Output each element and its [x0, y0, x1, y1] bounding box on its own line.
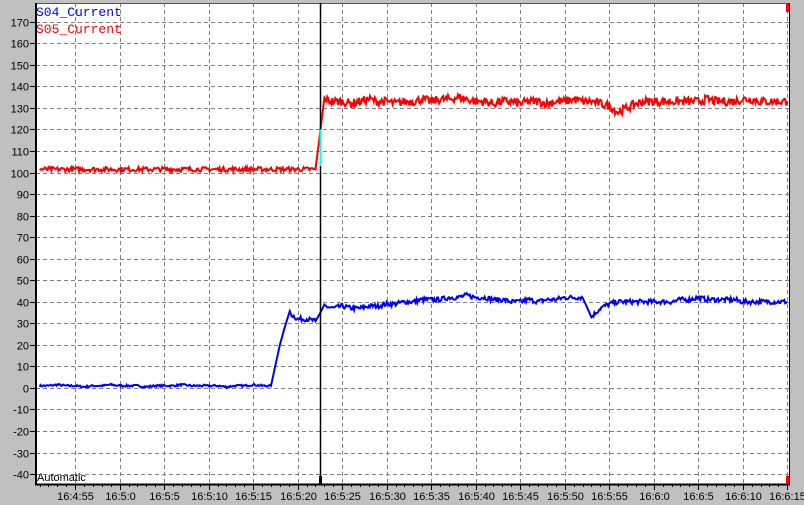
- y-tick-label: 0: [23, 384, 29, 396]
- y-tick-label: 70: [17, 233, 29, 245]
- y-tick-label: 10: [17, 362, 29, 374]
- legend-s05: S05_Current: [36, 22, 122, 37]
- x-tick-label: 16:5:40: [458, 491, 495, 503]
- plot-area: [36, 3, 789, 484]
- x-tick-label: 16:5:35: [413, 491, 450, 503]
- x-tick-label: 16:5:20: [280, 491, 317, 503]
- y-tick-label: 30: [17, 319, 29, 331]
- x-tick-label: 16:6:10: [725, 491, 762, 503]
- y-tick-label: 90: [17, 190, 29, 202]
- x-tick-label: 16:5:10: [191, 491, 228, 503]
- y-tick-label: 160: [11, 39, 29, 51]
- right-edge-marker-top: [786, 4, 789, 12]
- cursor-handle[interactable]: [319, 476, 322, 484]
- right-edge-marker-bottom: [786, 476, 789, 484]
- x-tick-label: 16:5:30: [369, 491, 406, 503]
- y-tick-label: 140: [11, 82, 29, 94]
- y-tick-label: 170: [11, 18, 29, 30]
- trend-chart: 1701601501401301201101009080706050403020…: [11, 3, 804, 503]
- y-tick-label: 120: [11, 125, 29, 137]
- y-tick-label: 60: [17, 255, 29, 267]
- x-tick-label: 16:5:15: [235, 491, 272, 503]
- y-tick-label: 20: [17, 341, 29, 353]
- x-tick-label: 16:6:0: [639, 491, 670, 503]
- x-tick-label: 16:4:55: [57, 491, 94, 503]
- y-tick-label: -10: [13, 405, 29, 417]
- y-tick-label: -40: [13, 470, 29, 482]
- x-tick-label: 16:6:15: [769, 491, 804, 503]
- x-tick-label: 16:5:50: [547, 491, 584, 503]
- y-tick-label: 150: [11, 61, 29, 73]
- mode-label: Automatic: [37, 472, 86, 484]
- x-tick-label: 16:5:5: [149, 491, 180, 503]
- y-tick-label: 50: [17, 276, 29, 288]
- x-axis: 16:4:55 16:5:0 16:5:5 16:5:10 16:5:15 16:5:20…: [40, 484, 804, 503]
- y-tick-label: -30: [13, 449, 29, 461]
- y-tick-label: 130: [11, 104, 29, 116]
- x-tick-label: 16:5:25: [324, 491, 361, 503]
- x-tick-label: 16:5:45: [502, 491, 539, 503]
- x-tick-label: 16:6:5: [683, 491, 714, 503]
- x-tick-label: 16:5:0: [105, 491, 136, 503]
- y-tick-label: 80: [17, 212, 29, 224]
- y-tick-label: -20: [13, 427, 29, 439]
- legend-s04: S04_Current: [36, 5, 122, 20]
- y-tick-label: 40: [17, 298, 29, 310]
- y-tick-label: 110: [11, 147, 29, 159]
- x-tick-label: 16:5:55: [591, 491, 628, 503]
- y-axis: 1701601501401301201101009080706050403020…: [11, 18, 36, 482]
- y-tick-label: 100: [11, 169, 29, 181]
